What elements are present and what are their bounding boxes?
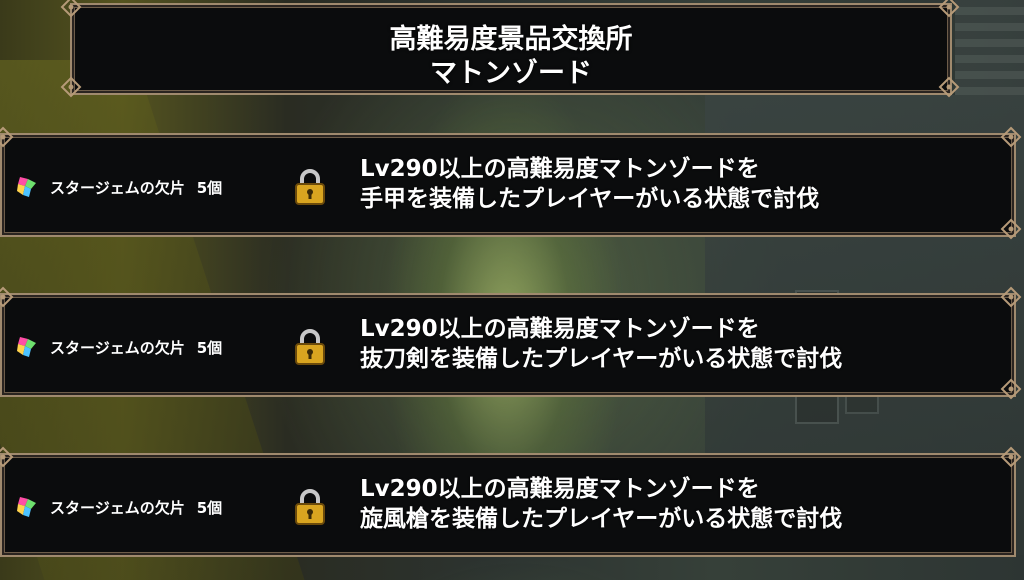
title-panel: 高難易度景品交換所 マトンゾード [70,3,952,95]
unlock-condition: Lv290以上の高難易度マトンゾードを 手甲を装備したプレイヤーがいる状態で討伐 [360,154,819,214]
ornament-corner-icon [938,0,960,18]
reward-item-quantity: 5個 [196,498,223,517]
reward-row[interactable]: スタージェムの欠片 5個 Lv290以上の高難易度マトンゾードを 抜刀剣を装備し… [0,293,1016,397]
unlock-condition-line: Lv290以上の高難易度マトンゾードを [360,476,760,502]
unlock-condition-line: 抜刀剣を装備したプレイヤーがいる状態で討伐 [360,346,843,372]
reward-item-name: スタージェムの欠片 [50,498,185,517]
unlock-condition-line: Lv290以上の高難易度マトンゾードを [360,316,760,342]
reward-item: スタージェムの欠片 5個 [14,173,222,201]
ornament-corner-icon [1000,446,1022,468]
ornament-corner-icon [0,126,14,148]
star-gem-fragment-icon [17,177,36,197]
reward-row[interactable]: スタージェムの欠片 5個 Lv290以上の高難易度マトンゾードを 手甲を装備した… [0,133,1016,237]
reward-item-name: スタージェムの欠片 [50,178,185,197]
ornament-corner-icon [1000,286,1022,308]
reward-item-quantity: 5個 [196,178,223,197]
page-subtitle: マトンゾード [430,58,592,89]
unlock-condition-line: 手甲を装備したプレイヤーがいる状態で討伐 [360,186,820,212]
lock-icon [295,329,325,365]
reward-item-name: スタージェムの欠片 [50,338,185,357]
ornament-corner-icon [60,0,82,18]
lock-icon [295,169,325,205]
unlock-condition-line: 旋風槍を装備したプレイヤーがいる状態で討伐 [360,506,843,532]
reward-item: スタージェムの欠片 5個 [14,333,222,361]
reward-row[interactable]: スタージェムの欠片 5個 Lv290以上の高難易度マトンゾードを 旋風槍を装備し… [0,453,1016,557]
ornament-corner-icon [0,286,14,308]
ornament-corner-icon [1000,126,1022,148]
unlock-condition: Lv290以上の高難易度マトンゾードを 抜刀剣を装備したプレイヤーがいる状態で討… [360,314,842,374]
unlock-condition: Lv290以上の高難易度マトンゾードを 旋風槍を装備したプレイヤーがいる状態で討… [360,474,842,534]
reward-item-quantity: 5個 [196,338,223,357]
star-gem-fragment-icon [17,497,36,517]
lock-icon [295,489,325,525]
ornament-corner-icon [0,446,14,468]
background-tower [955,0,1024,95]
ornament-corner-icon [1000,378,1022,400]
unlock-condition-line: Lv290以上の高難易度マトンゾードを [360,156,760,182]
ornament-corner-icon [938,76,960,98]
star-gem-fragment-icon [17,337,36,357]
ornament-corner-icon [60,76,82,98]
reward-item: スタージェムの欠片 5個 [14,493,222,521]
ornament-corner-icon [1000,218,1022,240]
